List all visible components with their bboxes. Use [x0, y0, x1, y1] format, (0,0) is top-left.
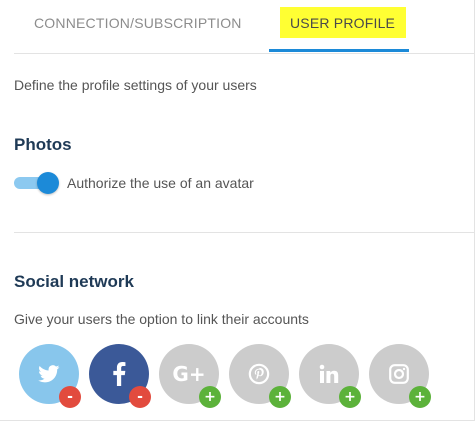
- pinterest-icon: [248, 363, 270, 385]
- active-tab-indicator: [269, 49, 409, 52]
- instagram-icon: [389, 364, 409, 384]
- social-facebook[interactable]: -: [89, 344, 151, 408]
- section-divider: [14, 232, 474, 233]
- toggle-knob: [37, 172, 59, 194]
- linkedin-link-button[interactable]: +: [339, 386, 361, 408]
- pinterest-link-button[interactable]: +: [269, 386, 291, 408]
- facebook-icon: [113, 362, 126, 386]
- twitter-unlink-button[interactable]: -: [59, 386, 81, 408]
- social-google-plus[interactable]: G+ +: [159, 344, 221, 408]
- avatar-toggle[interactable]: [14, 172, 60, 194]
- avatar-toggle-label: Authorize the use of an avatar: [67, 175, 254, 191]
- instagram-link-button[interactable]: +: [409, 386, 431, 408]
- twitter-icon: [38, 365, 60, 383]
- tab-bar: CONNECTION/SUBSCRIPTION USER PROFILE: [0, 0, 475, 54]
- settings-panel: CONNECTION/SUBSCRIPTION USER PROFILE Def…: [0, 0, 475, 421]
- social-instagram[interactable]: +: [369, 344, 431, 408]
- tab-user-profile[interactable]: USER PROFILE: [280, 7, 407, 38]
- google-plus-icon: G+: [172, 362, 206, 386]
- profile-settings-description: Define the profile settings of your user…: [14, 77, 257, 93]
- social-network-description: Give your users the option to link their…: [14, 311, 309, 327]
- linkedin-icon: [319, 364, 339, 383]
- social-linkedin[interactable]: +: [299, 344, 361, 408]
- tab-bar-divider: [14, 53, 475, 54]
- social-network-heading: Social network: [14, 272, 134, 291]
- social-twitter[interactable]: -: [19, 344, 81, 408]
- google-plus-link-button[interactable]: +: [199, 386, 221, 408]
- photos-heading: Photos: [14, 135, 72, 154]
- tab-connection-subscription[interactable]: CONNECTION/SUBSCRIPTION: [34, 15, 242, 31]
- social-pinterest[interactable]: +: [229, 344, 291, 408]
- facebook-unlink-button[interactable]: -: [129, 386, 151, 408]
